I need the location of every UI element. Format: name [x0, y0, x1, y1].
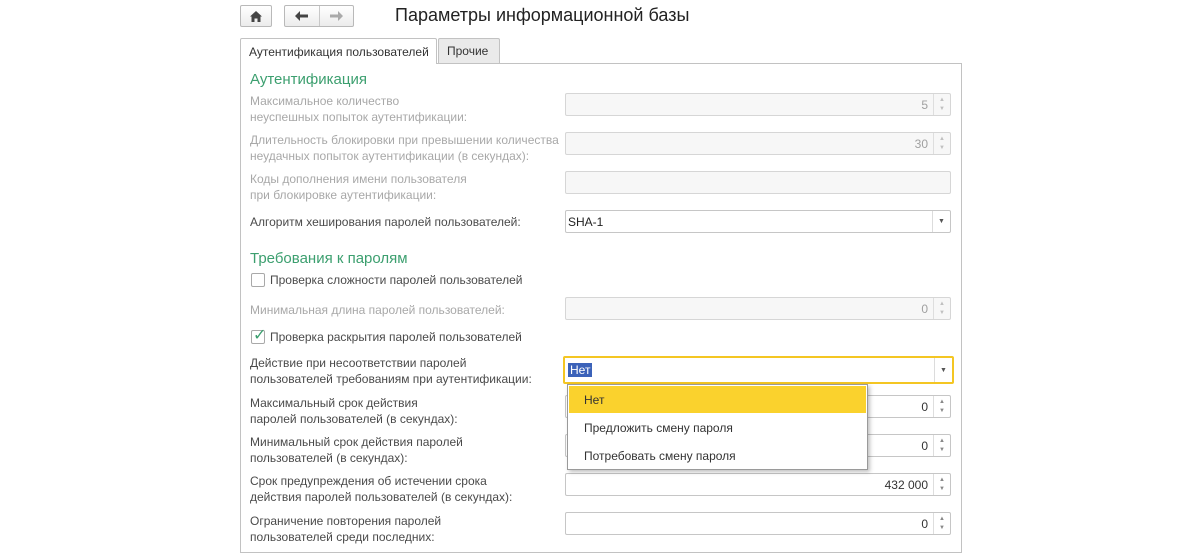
lock-duration-value: 30 [914, 137, 928, 151]
lock-duration-field[interactable]: 30 ▲ ▼ [565, 132, 951, 155]
option-suggest-change[interactable]: Предложить смену пароля [569, 414, 866, 441]
min-length-stepper[interactable]: ▲ ▼ [933, 298, 950, 319]
max-failed-attempts-label: Максимальное количество неуспешных попыт… [250, 94, 468, 124]
name-codes-label: Коды дополнения имени пользователя при б… [250, 172, 467, 202]
spin-up-icon: ▲ [939, 300, 945, 307]
section-heading-password-requirements: Требования к паролям [250, 250, 408, 267]
reuse-limit-label: Ограничение повторения паролей пользоват… [250, 514, 442, 544]
chevron-down-icon[interactable]: ▼ [934, 358, 952, 382]
chevron-down-icon[interactable]: ▼ [932, 211, 950, 232]
arrow-left-icon [295, 11, 309, 21]
reuse-limit-field[interactable]: 0 ▲ ▼ [565, 512, 951, 535]
forward-button[interactable] [318, 6, 353, 26]
spin-up-icon: ▲ [939, 437, 945, 444]
warning-period-field[interactable]: 432 000 ▲ ▼ [565, 473, 951, 496]
home-button[interactable] [240, 5, 272, 27]
spin-up-icon: ▲ [939, 96, 945, 103]
hash-algorithm-label: Алгоритм хеширования паролей пользовател… [250, 215, 521, 229]
reuse-limit-stepper[interactable]: ▲ ▼ [933, 513, 950, 534]
min-age-label: Минимальный срок действия паролей пользо… [250, 435, 463, 465]
lock-duration-label: Длительность блокировки при превышении к… [250, 133, 559, 163]
mismatch-action-label: Действие при несоответствии паролей поль… [250, 356, 532, 386]
spin-down-icon: ▼ [939, 144, 945, 151]
spin-up-icon: ▲ [939, 135, 945, 142]
spin-up-icon: ▲ [939, 398, 945, 405]
checkmark-icon: ✓ [253, 327, 267, 344]
lock-duration-stepper[interactable]: ▲ ▼ [933, 133, 950, 154]
arrow-right-icon [329, 11, 343, 21]
spin-down-icon: ▼ [939, 105, 945, 112]
spin-up-icon: ▲ [939, 476, 945, 483]
reuse-limit-value: 0 [921, 517, 928, 531]
min-age-value: 0 [921, 439, 928, 453]
mismatch-action-value: Нет [568, 363, 593, 377]
tab-user-authentication[interactable]: Аутентификация пользователей [240, 38, 437, 64]
mismatch-action-dropdown-list: Нет Предложить смену пароля Потребовать … [567, 384, 868, 470]
warning-period-value: 432 000 [884, 478, 928, 492]
navigation-group [284, 5, 354, 27]
warning-period-label: Срок предупреждения об истечении срока д… [250, 474, 513, 504]
complexity-check-checkbox[interactable] [251, 273, 265, 287]
home-icon [250, 10, 262, 22]
max-age-value: 0 [921, 400, 928, 414]
spin-down-icon: ▼ [939, 485, 945, 492]
spin-down-icon: ▼ [939, 407, 945, 414]
max-age-stepper[interactable]: ▲ ▼ [933, 396, 950, 417]
section-heading-authentication: Аутентификация [250, 71, 367, 88]
name-codes-field[interactable] [565, 171, 951, 194]
disclosure-check-label: Проверка раскрытия паролей пользователей [270, 330, 522, 344]
complexity-check-label: Проверка сложности паролей пользователей [270, 273, 523, 287]
min-length-field[interactable]: 0 ▲ ▼ [565, 297, 951, 320]
mismatch-action-select[interactable]: Нет ▼ [563, 356, 954, 384]
back-button[interactable] [285, 6, 319, 26]
max-failed-attempts-value: 5 [921, 98, 928, 112]
option-require-change[interactable]: Потребовать смену пароля [569, 442, 866, 469]
spin-up-icon: ▲ [939, 515, 945, 522]
spin-down-icon: ▼ [939, 309, 945, 316]
min-age-stepper[interactable]: ▲ ▼ [933, 435, 950, 456]
option-none[interactable]: Нет [569, 386, 866, 413]
spin-down-icon: ▼ [939, 524, 945, 531]
disclosure-check-checkbox[interactable]: ✓ [251, 327, 266, 344]
spin-down-icon: ▼ [939, 446, 945, 453]
min-length-label: Минимальная длина паролей пользователей: [250, 303, 505, 317]
min-length-value: 0 [921, 302, 928, 316]
page-title: Параметры информационной базы [395, 5, 690, 25]
max-age-label: Максимальный срок действия паролей польз… [250, 396, 458, 426]
hash-algorithm-select[interactable]: SHA-1 ▼ [565, 210, 951, 233]
max-failed-attempts-field[interactable]: 5 ▲ ▼ [565, 93, 951, 116]
hash-algorithm-value: SHA-1 [568, 215, 604, 229]
tab-other[interactable]: Прочие [438, 38, 500, 63]
warning-period-stepper[interactable]: ▲ ▼ [933, 474, 950, 495]
max-failed-attempts-stepper[interactable]: ▲ ▼ [933, 94, 950, 115]
